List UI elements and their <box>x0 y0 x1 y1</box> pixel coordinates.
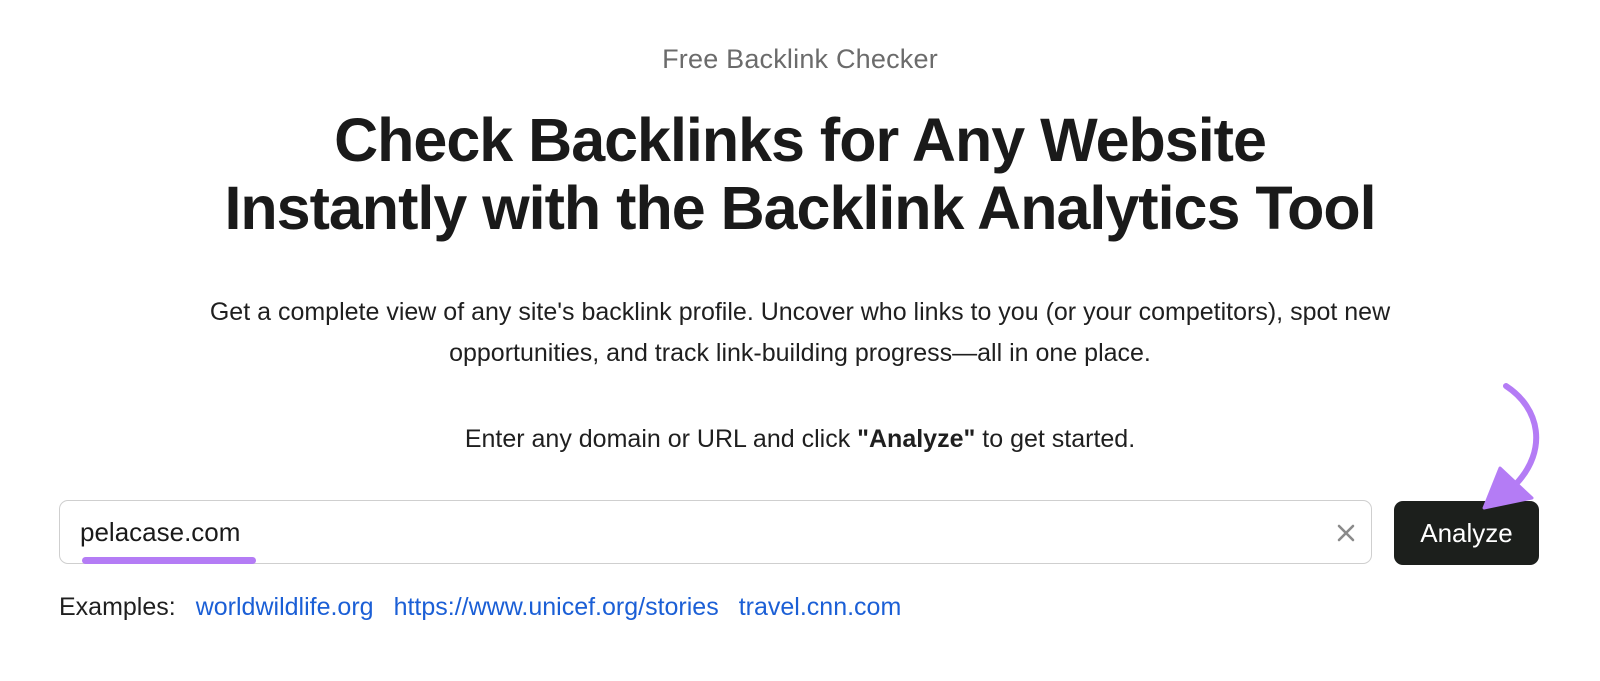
instruction-prefix: Enter any domain or URL and click <box>464 425 858 453</box>
clear-button[interactable] <box>1330 517 1362 549</box>
example-link-cnn[interactable]: travel.cnn.com <box>739 593 902 622</box>
description-line-1: Get a complete view of any site's backli… <box>209 298 1391 326</box>
page-title-line-1: Check Backlinks for Any Website <box>334 106 1267 174</box>
description-line-2: opportunities, and track link-building p… <box>449 339 1151 367</box>
instruction-text: Enter any domain or URL and click "Analy… <box>0 425 1600 454</box>
analyze-button[interactable]: Analyze <box>1394 501 1539 565</box>
instruction-emphasis: "Analyze" <box>857 425 976 453</box>
instruction-suffix: to get started. <box>975 425 1136 453</box>
close-icon <box>1337 524 1355 542</box>
input-highlight-underline <box>82 557 256 564</box>
search-form: Analyze <box>59 500 1539 566</box>
page-title-line-2: Instantly with the Backlink Analytics To… <box>224 174 1376 242</box>
search-box <box>59 500 1372 564</box>
page-eyebrow: Free Backlink Checker <box>662 44 938 74</box>
page-description: Get a complete view of any site's backli… <box>100 292 1500 374</box>
examples-label: Examples: <box>59 593 176 621</box>
domain-search-input[interactable] <box>80 511 1320 553</box>
examples-row: Examples: worldwildlife.org https://www.… <box>59 593 921 622</box>
example-link-unicef[interactable]: https://www.unicef.org/stories <box>394 593 719 622</box>
example-link-worldwildlife[interactable]: worldwildlife.org <box>196 593 374 622</box>
page-title: Check Backlinks for Any Website Instantl… <box>0 106 1600 242</box>
